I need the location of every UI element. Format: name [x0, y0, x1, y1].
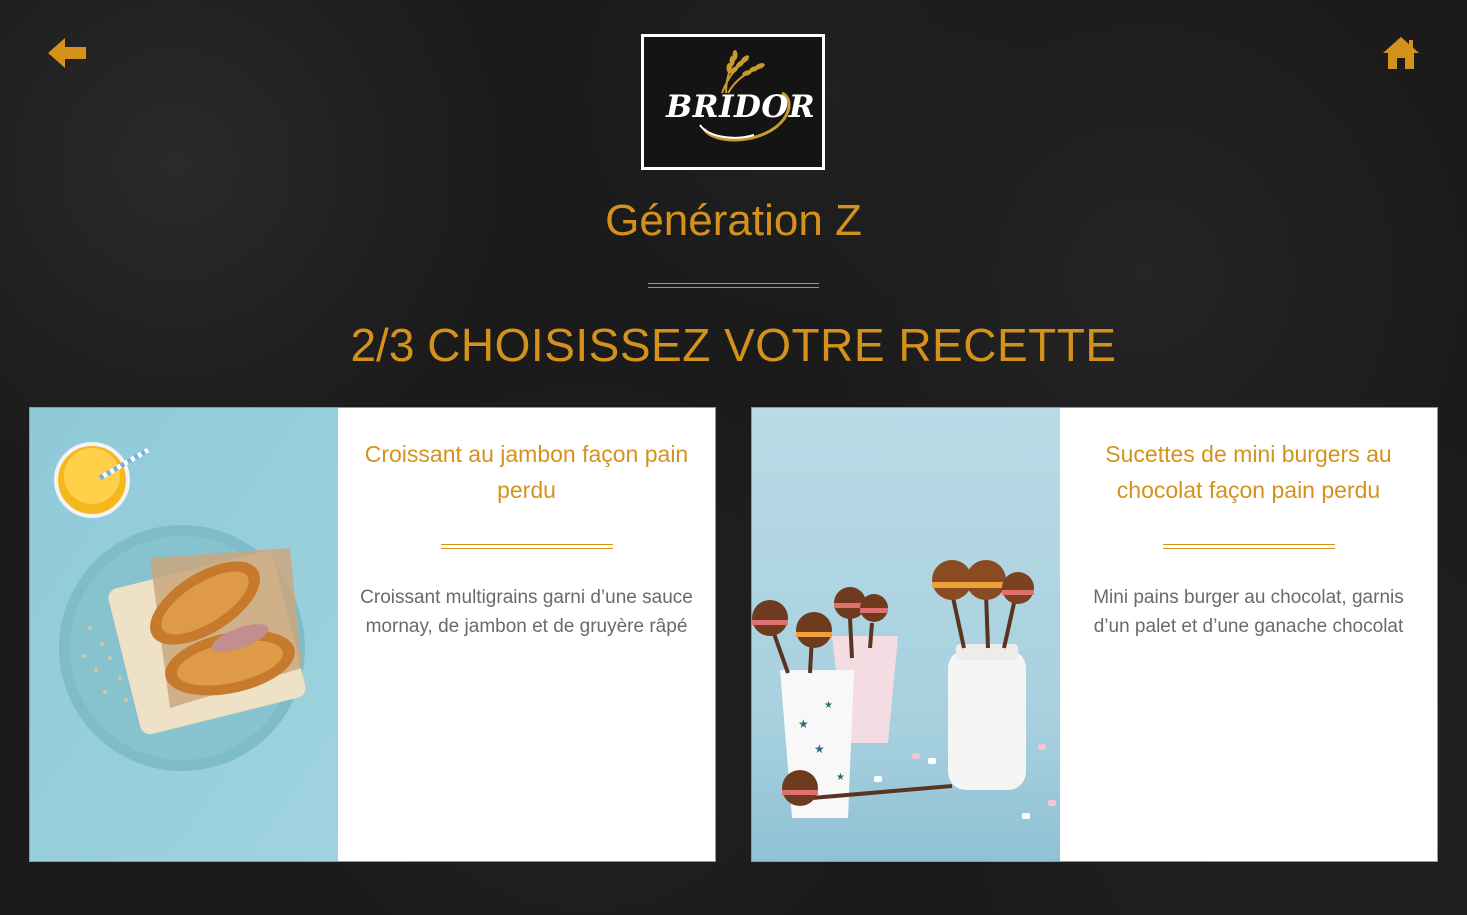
home-button[interactable]	[1376, 30, 1426, 76]
mini-burger-lollipops-photo: ★ ★ ★ ★	[752, 408, 1060, 861]
arrow-left-icon	[48, 38, 86, 68]
step-number: 2/3	[350, 319, 415, 371]
recipe-divider	[441, 544, 613, 549]
recipe-description: Croissant multigrains garni d’une sauce …	[360, 587, 693, 637]
step-heading: 2/3 CHOISISSEZ VOTRE RECETTE	[0, 318, 1467, 372]
recipe-card-mini-burgers[interactable]: ★ ★ ★ ★ Sucettes de mini burgers au choc…	[751, 407, 1438, 862]
home-icon	[1383, 37, 1419, 69]
recipe-title: Croissant au jambon façon pain perdu	[364, 441, 689, 503]
croissant-ham-plate-photo	[30, 408, 338, 861]
step-label: CHOISISSEZ VOTRE RECETTE	[427, 319, 1117, 371]
recipe-card-body: Croissant au jambon façon pain perdu Cro…	[338, 408, 715, 861]
title-divider	[648, 283, 819, 288]
recipe-title: Sucettes de mini burgers au chocolat faç…	[1105, 441, 1392, 503]
recipe-card-croissant[interactable]: Croissant au jambon façon pain perdu Cro…	[29, 407, 716, 862]
back-button[interactable]	[43, 30, 93, 76]
svg-text:★: ★	[798, 717, 809, 731]
recipe-description: Mini pains burger au chocolat, garnis d’…	[1093, 587, 1404, 637]
svg-text:★: ★	[836, 772, 845, 783]
bridor-logo: BRIDOR	[641, 34, 825, 170]
recipe-card-body: Sucettes de mini burgers au chocolat faç…	[1060, 408, 1437, 861]
page-title: Génération Z	[605, 196, 862, 245]
svg-text:★: ★	[814, 742, 825, 756]
recipe-divider	[1163, 544, 1335, 549]
svg-text:★: ★	[824, 700, 833, 711]
logo-wordmark: BRIDOR	[666, 89, 816, 125]
